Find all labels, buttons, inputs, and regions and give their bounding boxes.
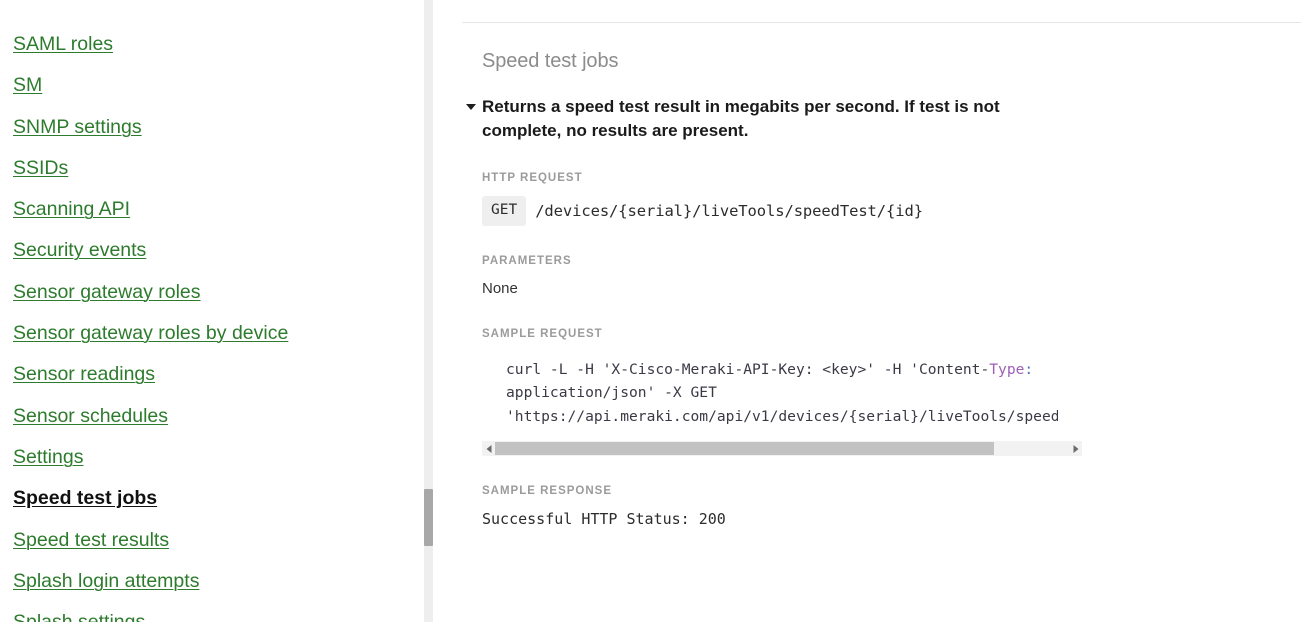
endpoint-description-row: Returns a speed test result in megabits … (482, 95, 1292, 143)
endpoint-description: Returns a speed test result in megabits … (482, 95, 1082, 143)
sample-request-code-wrapper: curl -L -H 'X-Cisco-Meraki-API-Key: <key… (482, 358, 1082, 457)
scroll-right-arrow-icon[interactable] (1069, 441, 1082, 456)
http-request-section: HTTP REQUEST GET /devices/{serial}/liveT… (482, 172, 1292, 226)
header-divider (462, 22, 1301, 23)
sidebar-item-ssids[interactable]: SSIDs (0, 157, 424, 198)
sidebar-item-scanning-api[interactable]: Scanning API (0, 198, 424, 239)
sidebar-item-label[interactable]: Sensor readings (13, 363, 155, 386)
http-method-badge[interactable]: GET (482, 196, 526, 226)
api-doc-section: Speed test jobs Returns a speed test res… (482, 48, 1292, 530)
sidebar-item-speed-test-results[interactable]: Speed test results (0, 529, 424, 570)
page-root: SAML roles SM SNMP settings SSIDs Scanning A… (0, 0, 1301, 622)
sidebar-item-sensor-readings[interactable]: Sensor readings (0, 363, 424, 404)
scroll-left-arrow-icon[interactable] (482, 441, 495, 456)
main-content: Speed test jobs Returns a speed test res… (433, 0, 1301, 622)
code-horizontal-scrollbar[interactable] (482, 441, 1082, 456)
sidebar-vertical-scrollbar-thumb[interactable] (424, 489, 433, 546)
code-scrollbar-thumb[interactable] (495, 442, 994, 455)
code-token-type: Type (989, 361, 1024, 378)
sample-request-section: SAMPLE REQUEST curl -L -H 'X-Cisco-Merak… (482, 328, 1292, 457)
http-request-label: HTTP REQUEST (482, 172, 1292, 184)
sidebar-item-settings[interactable]: Settings (0, 446, 424, 487)
sample-request-code[interactable]: curl -L -H 'X-Cisco-Meraki-API-Key: <key… (482, 358, 1058, 429)
collapse-triangle-icon[interactable] (466, 104, 476, 110)
http-request-row: GET /devices/{serial}/liveTools/speedTes… (482, 196, 1292, 226)
sample-response-value: Successful HTTP Status: 200 (482, 509, 1292, 530)
sidebar-item-label[interactable]: SSIDs (13, 157, 68, 180)
sidebar-item-saml-roles[interactable]: SAML roles (0, 33, 424, 74)
parameters-section: PARAMETERS None (482, 255, 1292, 299)
http-request-path: /devices/{serial}/liveTools/speedTest/{i… (535, 202, 923, 220)
sidebar-item-label[interactable]: Security events (13, 239, 146, 262)
sidebar-item-splash-settings[interactable]: Splash settings (0, 611, 424, 622)
sidebar-item-label[interactable]: Settings (13, 446, 83, 469)
sidebar-item-label[interactable]: SNMP settings (13, 116, 142, 139)
sidebar-item-snmp-settings[interactable]: SNMP settings (0, 116, 424, 157)
code-scrollbar-track[interactable] (495, 441, 1069, 456)
sidebar-item-sm[interactable]: SM (0, 74, 424, 115)
sidebar-item-sensor-schedules[interactable]: Sensor schedules (0, 405, 424, 446)
sidebar-item-speed-test-jobs[interactable]: Speed test jobs (0, 487, 424, 528)
sidebar-item-label[interactable]: Speed test jobs (13, 487, 157, 510)
sidebar-item-label[interactable]: Splash login attempts (13, 570, 199, 593)
sidebar-item-sensor-gateway-roles[interactable]: Sensor gateway roles (0, 281, 424, 322)
code-line-2: application/json' -X GET (506, 384, 717, 401)
sidebar-navigation: SAML roles SM SNMP settings SSIDs Scanning A… (0, 0, 424, 622)
code-line-1-part-b: : (1024, 361, 1033, 378)
sidebar-item-label[interactable]: SAML roles (13, 33, 113, 56)
sidebar-item-splash-login-attempts[interactable]: Splash login attempts (0, 570, 424, 611)
sidebar-item-label[interactable]: Sensor schedules (13, 405, 168, 428)
sidebar-item-security-events[interactable]: Security events (0, 239, 424, 280)
parameters-label: PARAMETERS (482, 255, 1292, 267)
sidebar-item-label[interactable]: SM (13, 74, 42, 97)
sample-response-section: SAMPLE RESPONSE Successful HTTP Status: … (482, 485, 1292, 530)
sample-request-label: SAMPLE REQUEST (482, 328, 1292, 340)
code-line-3: 'https://api.meraki.com/api/v1/devices/{… (506, 408, 1058, 425)
sidebar-item-sensor-gateway-roles-by-device[interactable]: Sensor gateway roles by device (0, 322, 424, 363)
sidebar-list: SAML roles SM SNMP settings SSIDs Scanning A… (0, 33, 424, 622)
sidebar-item-label[interactable]: Sensor gateway roles by device (13, 322, 288, 345)
sidebar-item-label[interactable]: Scanning API (13, 198, 130, 221)
sidebar-item-label[interactable]: Sensor gateway roles (13, 281, 201, 304)
code-line-1-part-a: curl -L -H 'X-Cisco-Meraki-API-Key: <key… (506, 361, 989, 378)
sidebar-item-label[interactable]: Speed test results (13, 529, 169, 552)
sample-response-label: SAMPLE RESPONSE (482, 485, 1292, 497)
parameters-value: None (482, 279, 1292, 299)
page-title: Speed test jobs (482, 48, 1292, 74)
sidebar-item-label[interactable]: Splash settings (13, 611, 145, 622)
